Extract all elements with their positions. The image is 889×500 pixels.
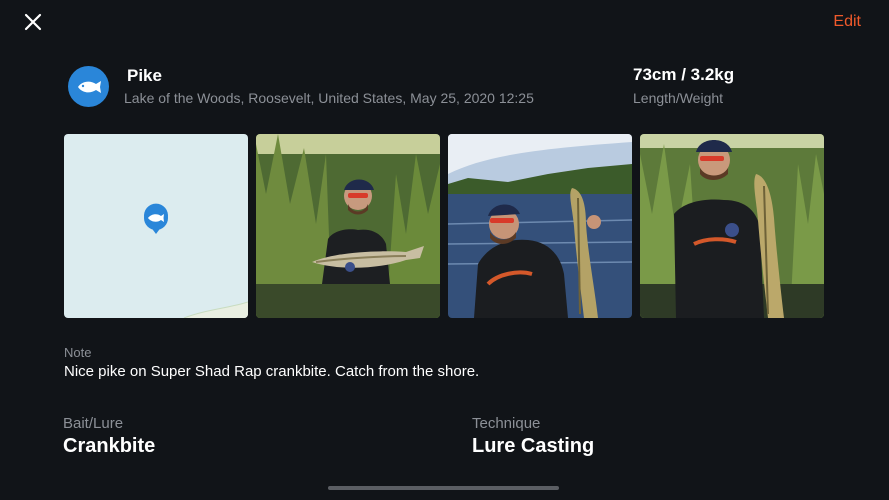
catch-photo-2[interactable] (448, 134, 632, 318)
technique-value: Lure Casting (472, 435, 595, 457)
catch-photo-3[interactable] (640, 134, 824, 318)
close-button[interactable] (22, 11, 44, 33)
length-weight-label: Length/Weight (633, 90, 724, 106)
catch-location-date: Lake of the Woods, Roosevelt, United Sta… (124, 90, 534, 106)
edit-button[interactable]: Edit (833, 13, 861, 31)
species-name: Pike (127, 66, 162, 85)
length-weight-value: 73cm / 3.2kg (633, 65, 735, 84)
fish-icon (77, 80, 101, 93)
catch-photo-1[interactable] (256, 134, 440, 318)
home-indicator[interactable] (328, 486, 559, 490)
note-text: Nice pike on Super Shad Rap crankbite. C… (64, 363, 480, 380)
map-thumbnail[interactable] (64, 134, 248, 318)
species-avatar (68, 66, 109, 107)
bait-lure-label: Bait/Lure (63, 415, 124, 432)
note-label: Note (64, 345, 92, 360)
technique-label: Technique (472, 415, 541, 432)
close-icon (24, 13, 42, 31)
bait-lure-value: Crankbite (63, 435, 156, 457)
